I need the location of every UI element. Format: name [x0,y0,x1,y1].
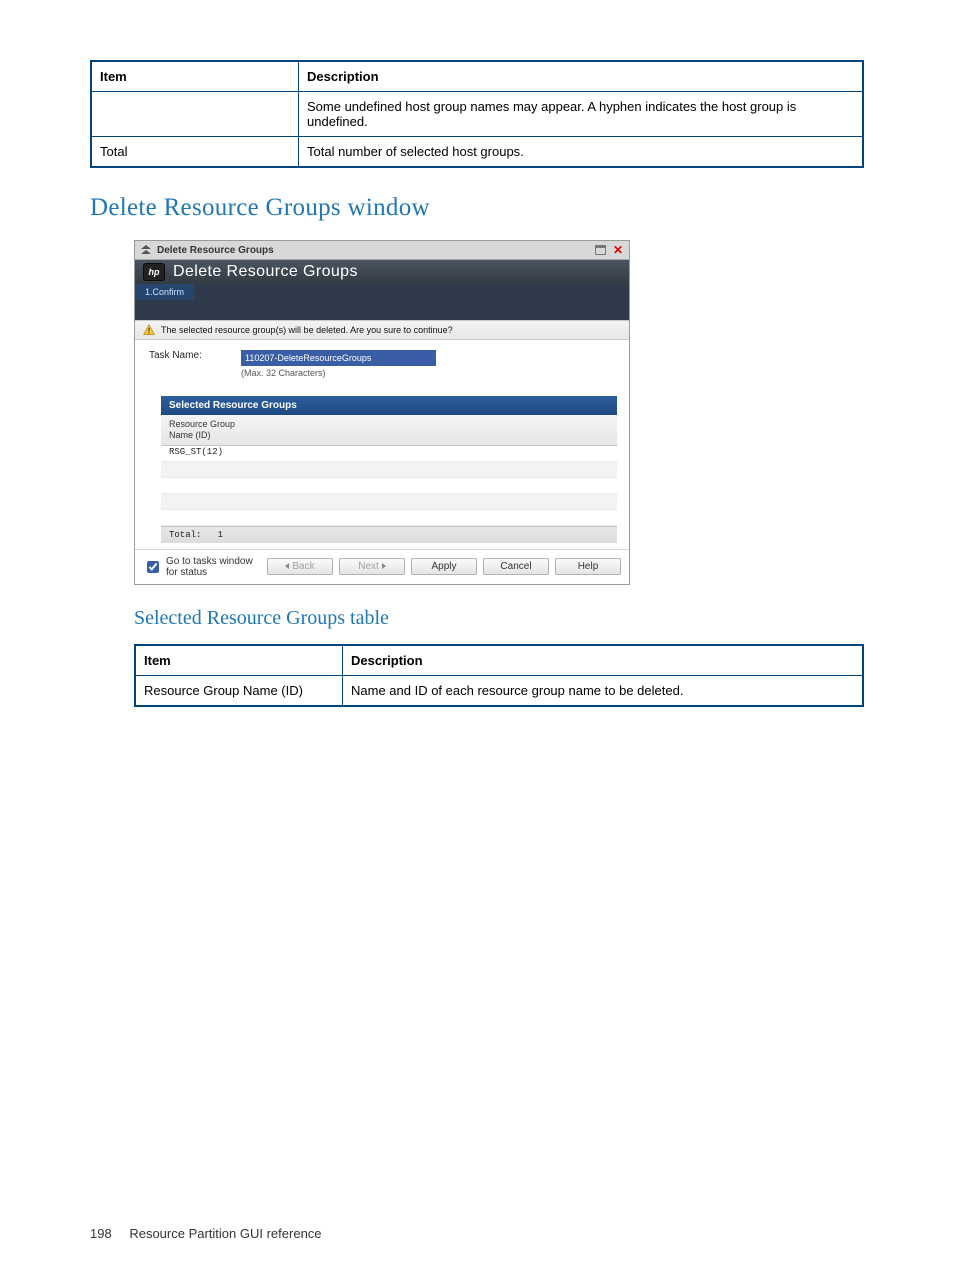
srg-column-name-id[interactable]: Resource Group Name (ID) [161,415,277,445]
doc-table-header-item: Item [135,645,343,676]
warning-bar: The selected resource group(s) will be d… [135,320,629,340]
task-name-hint: (Max. 32 Characters) [241,368,436,378]
table-cell-desc: Total number of selected host groups. [299,137,864,168]
doc-table-header-item: Item [91,61,299,92]
apply-button[interactable]: Apply [411,558,477,575]
goto-tasks-label: Go to tasks window for status [166,556,261,578]
help-button[interactable]: Help [555,558,621,575]
table-cell-desc: Some undefined host group names may appe… [299,92,864,137]
table-cell-item: Total [91,137,299,168]
window-titlebar[interactable]: Delete Resource Groups ✕ [135,241,629,260]
doc-table-top: Item Description Some undefined host gro… [90,60,864,168]
page-footer: 198 Resource Partition GUI reference [90,1226,322,1241]
section-heading-delete-window: Delete Resource Groups window [90,194,864,222]
collapse-icon[interactable] [141,245,151,255]
srg-total-label: Total: [169,530,201,540]
doc-table-header-desc: Description [343,645,864,676]
hp-logo-icon: hp [143,263,165,281]
table-row: Resource Group Name (ID) Name and ID of … [135,675,863,706]
doc-table-srg: Item Description Resource Group Name (ID… [134,644,864,707]
page-number: 198 [90,1226,112,1241]
table-row: Some undefined host group names may appe… [91,92,863,137]
list-item[interactable]: RSG_ST(12) [161,446,617,462]
list-item[interactable] [161,510,617,526]
list-item[interactable] [161,462,617,478]
wizard-step-bar: 1.Confirm [135,284,629,320]
window-title: Delete Resource Groups [157,245,274,256]
cancel-button[interactable]: Cancel [483,558,549,575]
task-name-input[interactable] [241,350,436,366]
action-bar: Go to tasks window for status Back Next … [135,549,629,584]
srg-column-header-row: Resource Group Name (ID) [161,415,617,446]
close-icon[interactable]: ✕ [611,244,625,257]
task-name-label: Task Name: [149,350,219,361]
list-item[interactable] [161,494,617,510]
footer-section: Resource Partition GUI reference [129,1226,321,1241]
srg-rows: RSG_ST(12) [161,446,617,526]
delete-resource-groups-window: Delete Resource Groups ✕ hp Delete Resou… [134,240,630,585]
srg-total-bar: Total: 1 [161,526,617,543]
table-cell-item [91,92,299,137]
table-cell-item: Resource Group Name (ID) [135,675,343,706]
srg-total-value: 1 [218,530,223,540]
table-row: Total Total number of selected host grou… [91,137,863,168]
srg-panel-header: Selected Resource Groups [161,396,617,415]
brand-bar: hp Delete Resource Groups [135,260,629,284]
section-heading-srg-table: Selected Resource Groups table [134,607,864,630]
list-item[interactable] [161,478,617,494]
back-button[interactable]: Back [267,558,333,575]
warning-text: The selected resource group(s) will be d… [161,325,453,335]
brand-title: Delete Resource Groups [173,263,358,281]
maximize-icon[interactable] [593,244,607,257]
selected-resource-groups-panel: Selected Resource Groups Resource Group … [161,396,617,543]
warning-icon [143,324,155,336]
wizard-step-confirm[interactable]: 1.Confirm [135,284,194,300]
doc-table-header-desc: Description [299,61,864,92]
next-button[interactable]: Next [339,558,405,575]
table-cell-desc: Name and ID of each resource group name … [343,675,864,706]
goto-tasks-checkbox[interactable] [147,561,159,573]
